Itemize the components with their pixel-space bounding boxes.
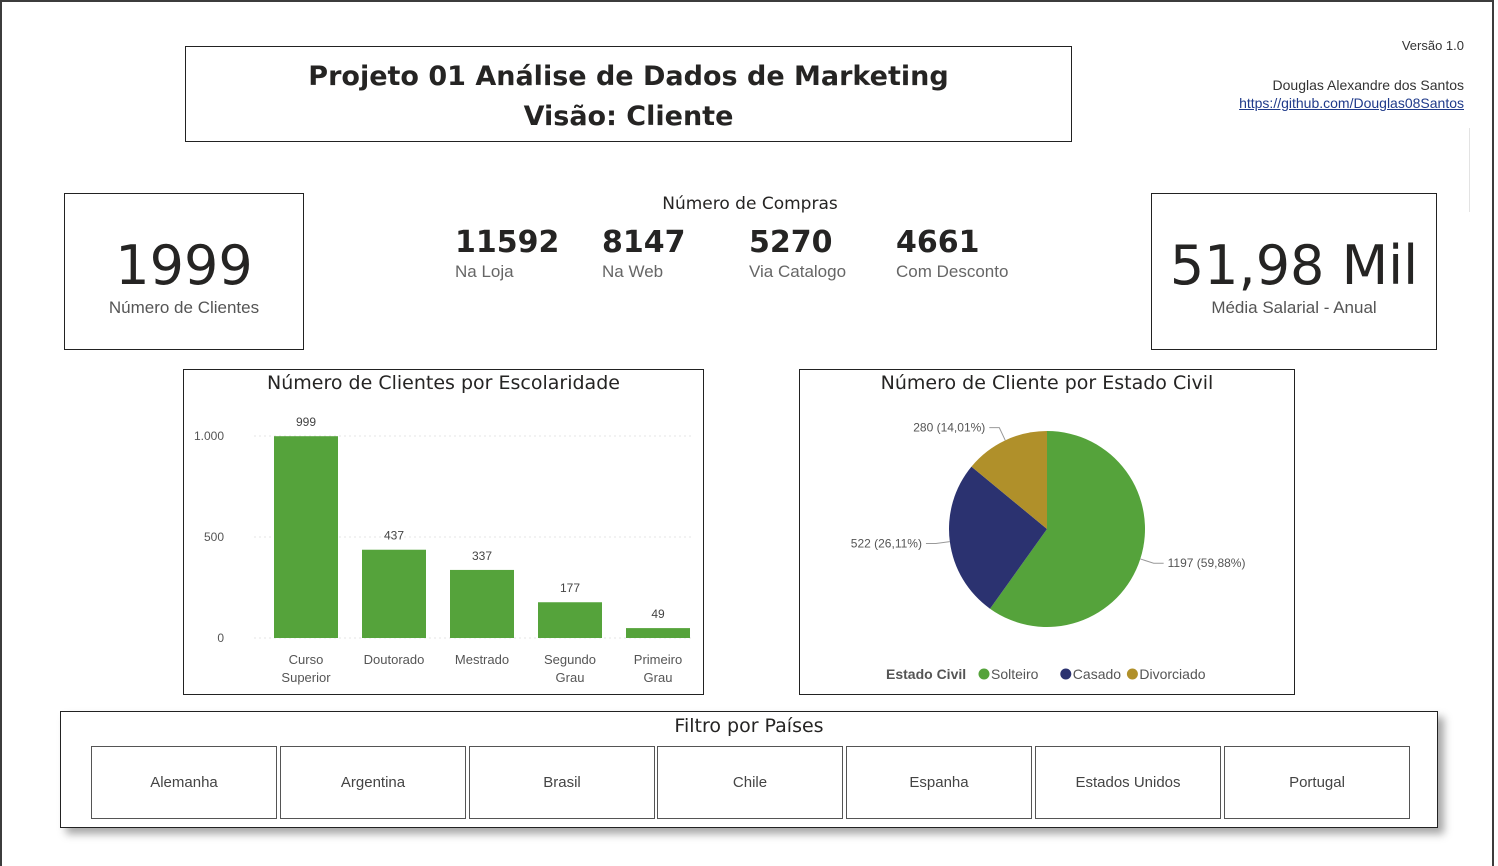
filter-button-chile[interactable]: Chile [657,746,843,819]
pie-data-label: 280 (14,01%) [913,421,985,435]
compras-loja-value: 11592 [455,225,560,260]
version-label: Versão 1.0 [1401,38,1464,53]
x-tick-label: Primeiro [634,652,682,667]
x-tick-label: Grau [644,670,673,685]
x-tick-label: Grau [556,670,585,685]
pie-leader-line [925,541,950,544]
divider [1469,128,1470,212]
kpi-card-clientes[interactable]: 1999 Número de Clientes [64,193,304,350]
legend-marker [1060,668,1072,680]
author-name: Douglas Alexandre dos Santos [1272,77,1464,93]
bar[interactable] [626,628,690,638]
filter-button-argentina[interactable]: Argentina [280,746,466,819]
y-tick-label: 1.000 [194,429,224,443]
filter-button-alemanha[interactable]: Alemanha [91,746,277,819]
filter-title: Filtro por Países [674,715,824,737]
legend-label[interactable]: Casado [1073,666,1121,682]
kpi-card-salario[interactable]: 51,98 Mil Média Salarial - Anual [1151,193,1437,350]
bar-chart[interactable]: 0 500 1.000 999 Curso Superior 437 Doutorado 337… [184,370,703,694]
compras-catalogo[interactable]: 5270 Via Catalogo [749,224,846,282]
page-title: Projeto 01 Análise de Dados de Marketing [308,61,949,92]
title-box: Projeto 01 Análise de Dados de Marketing… [185,46,1072,142]
x-tick-label: Mestrado [455,652,509,667]
kpi-salario-value: 51,98 Mil [1169,234,1419,297]
compras-title: Número de Compras [662,194,838,214]
y-tick-label: 0 [217,631,224,645]
compras-desconto[interactable]: 4661 Com Desconto [896,224,1008,282]
compras-desconto-label: Com Desconto [896,262,1009,281]
compras-web-value: 8147 [602,225,686,260]
filter-button-brasil[interactable]: Brasil [469,746,655,819]
legend-label[interactable]: Solteiro [991,666,1039,682]
bar[interactable] [362,549,426,638]
legend-marker [1126,668,1138,680]
bar-data-label: 177 [560,581,580,595]
bar[interactable] [274,436,338,638]
github-link[interactable]: https://github.com/Douglas08Santos [1239,95,1464,111]
filter-button-estados-unidos[interactable]: Estados Unidos [1035,746,1221,819]
bar[interactable] [450,569,514,638]
x-tick-label: Doutorado [364,652,425,667]
country-filter: Filtro por Países Alemanha Argentina Bra… [60,711,1438,828]
compras-web-label: Na Web [602,262,664,281]
filter-button-portugal[interactable]: Portugal [1224,746,1410,819]
kpi-clientes-label: Número de Clientes [108,298,260,317]
x-tick-label: Segundo [544,652,596,667]
pie-leader-line [1140,558,1164,564]
page-subtitle: Visão: Cliente [523,101,734,132]
compras-loja[interactable]: 11592 Na Loja [455,224,559,282]
bar-data-label: 999 [296,415,316,429]
legend-marker [978,668,990,680]
filter-button-espanha[interactable]: Espanha [846,746,1032,819]
kpi-salario-label: Média Salarial - Anual [1211,298,1377,317]
compras-desconto-value: 4661 [896,225,980,260]
compras-catalogo-value: 5270 [749,225,833,260]
pie-chart[interactable]: 1197 (59,88%) 522 (26,11%) 280 (14,01%) Est… [800,370,1294,694]
bar-data-label: 49 [651,607,665,621]
pie-leader-line [989,427,1006,441]
pie-data-label: 522 (26,11%) [851,536,922,550]
bar[interactable] [538,602,602,638]
compras-catalogo-label: Via Catalogo [749,262,847,281]
pie-data-label: 1197 (59,88%) [1168,556,1246,570]
bar-data-label: 337 [472,549,492,563]
legend-title: Estado Civil [886,666,966,682]
x-tick-label: Curso [289,652,324,667]
x-tick-label: Superior [281,670,331,685]
y-tick-label: 500 [204,530,224,544]
bar-chart-card[interactable]: Número de Clientes por Escolaridade 0 500… [183,369,704,695]
compras-web[interactable]: 8147 Na Web [602,224,686,282]
compras-loja-label: Na Loja [455,262,514,281]
pie-chart-card[interactable]: Número de Cliente por Estado Civil 1197 … [799,369,1295,695]
author-block: Douglas Alexandre dos Santos https://git… [1239,77,1464,111]
bar-data-label: 437 [384,529,404,543]
legend-label[interactable]: Divorciado [1139,666,1205,682]
kpi-clientes-value: 1999 [115,234,253,297]
